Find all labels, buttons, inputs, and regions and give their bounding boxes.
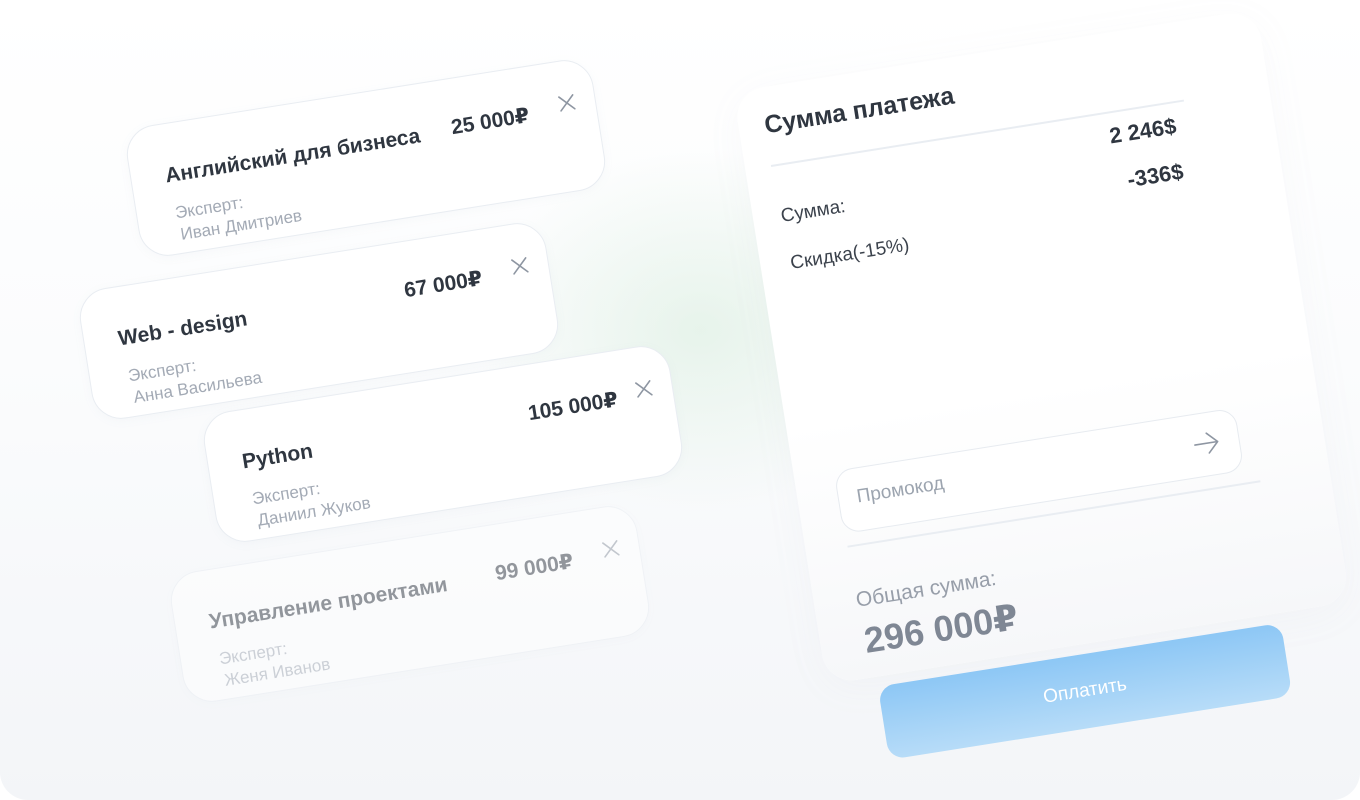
close-icon[interactable]	[508, 254, 531, 277]
course-price: 67 000₽	[402, 267, 484, 303]
payment-title: Сумма платежа	[762, 81, 957, 140]
close-icon[interactable]	[599, 537, 622, 560]
checkout-illustration: Английский для бизнеса 25 000₽ Эксперт: …	[0, 0, 1360, 800]
course-title: Английский для бизнеса	[163, 124, 422, 188]
course-title: Python	[240, 439, 315, 474]
discount-label: Скидка(-15%)	[788, 234, 911, 274]
course-price: 105 000₽	[526, 388, 620, 426]
close-icon[interactable]	[632, 377, 655, 400]
discount-value: -336$	[1125, 158, 1186, 193]
course-title: Управление проектами	[207, 573, 450, 634]
promo-code-placeholder: Промокод	[855, 472, 946, 508]
payment-panel: Сумма платежа 2 246$ Сумма: -336$ Скидка…	[733, 9, 1351, 760]
course-title: Web - design	[116, 307, 249, 351]
course-price: 99 000₽	[493, 550, 575, 586]
sum-label: Сумма:	[779, 195, 847, 227]
arrow-right-icon[interactable]	[1191, 429, 1222, 457]
course-price: 25 000₽	[449, 104, 531, 140]
close-icon[interactable]	[555, 91, 578, 114]
sum-value: 2 246$	[1107, 113, 1178, 149]
